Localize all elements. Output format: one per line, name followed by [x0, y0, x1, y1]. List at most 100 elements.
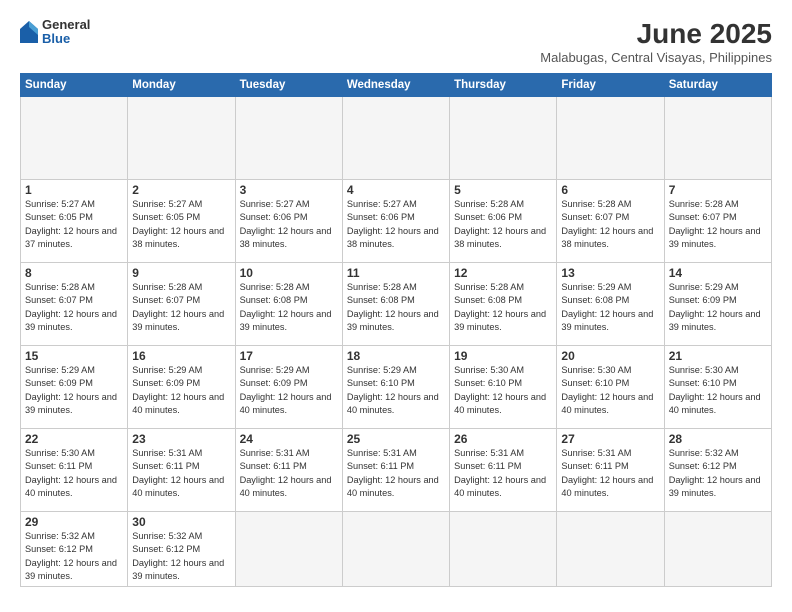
page: General Blue June 2025 Malabugas, Centra…	[0, 0, 792, 612]
calendar-cell: 4 Sunrise: 5:27 AM Sunset: 6:06 PM Dayli…	[342, 180, 449, 263]
day-info: Sunrise: 5:32 AM Sunset: 6:12 PM Dayligh…	[25, 530, 123, 583]
calendar-cell: 23 Sunrise: 5:31 AM Sunset: 6:11 PM Dayl…	[128, 429, 235, 512]
day-number: 2	[132, 183, 230, 197]
calendar-week-row: 29 Sunrise: 5:32 AM Sunset: 6:12 PM Dayl…	[21, 512, 772, 587]
day-number: 1	[25, 183, 123, 197]
calendar-cell: 30 Sunrise: 5:32 AM Sunset: 6:12 PM Dayl…	[128, 512, 235, 587]
day-info: Sunrise: 5:31 AM Sunset: 6:11 PM Dayligh…	[561, 447, 659, 500]
header-friday: Friday	[557, 74, 664, 97]
calendar-cell: 16 Sunrise: 5:29 AM Sunset: 6:09 PM Dayl…	[128, 346, 235, 429]
calendar-cell: 18 Sunrise: 5:29 AM Sunset: 6:10 PM Dayl…	[342, 346, 449, 429]
day-number: 9	[132, 266, 230, 280]
calendar-cell: 13 Sunrise: 5:29 AM Sunset: 6:08 PM Dayl…	[557, 263, 664, 346]
calendar-cell	[450, 512, 557, 587]
day-number: 15	[25, 349, 123, 363]
day-number: 23	[132, 432, 230, 446]
day-info: Sunrise: 5:30 AM Sunset: 6:10 PM Dayligh…	[454, 364, 552, 417]
calendar-cell: 2 Sunrise: 5:27 AM Sunset: 6:05 PM Dayli…	[128, 180, 235, 263]
calendar-cell: 12 Sunrise: 5:28 AM Sunset: 6:08 PM Dayl…	[450, 263, 557, 346]
calendar-cell: 3 Sunrise: 5:27 AM Sunset: 6:06 PM Dayli…	[235, 180, 342, 263]
title-block: June 2025 Malabugas, Central Visayas, Ph…	[540, 18, 772, 65]
header-tuesday: Tuesday	[235, 74, 342, 97]
calendar-cell: 19 Sunrise: 5:30 AM Sunset: 6:10 PM Dayl…	[450, 346, 557, 429]
day-info: Sunrise: 5:30 AM Sunset: 6:10 PM Dayligh…	[561, 364, 659, 417]
day-info: Sunrise: 5:31 AM Sunset: 6:11 PM Dayligh…	[454, 447, 552, 500]
calendar-cell: 8 Sunrise: 5:28 AM Sunset: 6:07 PM Dayli…	[21, 263, 128, 346]
day-info: Sunrise: 5:32 AM Sunset: 6:12 PM Dayligh…	[132, 530, 230, 583]
day-number: 12	[454, 266, 552, 280]
day-info: Sunrise: 5:28 AM Sunset: 6:07 PM Dayligh…	[669, 198, 767, 251]
header-saturday: Saturday	[664, 74, 771, 97]
calendar-cell: 9 Sunrise: 5:28 AM Sunset: 6:07 PM Dayli…	[128, 263, 235, 346]
day-info: Sunrise: 5:27 AM Sunset: 6:05 PM Dayligh…	[25, 198, 123, 251]
month-title: June 2025	[540, 18, 772, 50]
day-info: Sunrise: 5:29 AM Sunset: 6:09 PM Dayligh…	[669, 281, 767, 334]
calendar-cell	[664, 512, 771, 587]
calendar-cell	[235, 97, 342, 180]
day-number: 27	[561, 432, 659, 446]
header: General Blue June 2025 Malabugas, Centra…	[20, 18, 772, 65]
day-info: Sunrise: 5:29 AM Sunset: 6:08 PM Dayligh…	[561, 281, 659, 334]
day-info: Sunrise: 5:28 AM Sunset: 6:07 PM Dayligh…	[25, 281, 123, 334]
calendar-cell	[450, 97, 557, 180]
day-number: 26	[454, 432, 552, 446]
header-sunday: Sunday	[21, 74, 128, 97]
day-number: 17	[240, 349, 338, 363]
calendar-cell: 21 Sunrise: 5:30 AM Sunset: 6:10 PM Dayl…	[664, 346, 771, 429]
day-info: Sunrise: 5:28 AM Sunset: 6:06 PM Dayligh…	[454, 198, 552, 251]
day-info: Sunrise: 5:27 AM Sunset: 6:06 PM Dayligh…	[347, 198, 445, 251]
calendar-cell	[342, 512, 449, 587]
day-info: Sunrise: 5:29 AM Sunset: 6:10 PM Dayligh…	[347, 364, 445, 417]
day-number: 11	[347, 266, 445, 280]
calendar-week-row: 22 Sunrise: 5:30 AM Sunset: 6:11 PM Dayl…	[21, 429, 772, 512]
calendar-cell: 26 Sunrise: 5:31 AM Sunset: 6:11 PM Dayl…	[450, 429, 557, 512]
day-info: Sunrise: 5:29 AM Sunset: 6:09 PM Dayligh…	[132, 364, 230, 417]
day-info: Sunrise: 5:28 AM Sunset: 6:08 PM Dayligh…	[454, 281, 552, 334]
calendar-cell: 7 Sunrise: 5:28 AM Sunset: 6:07 PM Dayli…	[664, 180, 771, 263]
logo-general: General	[42, 18, 90, 32]
calendar-cell: 14 Sunrise: 5:29 AM Sunset: 6:09 PM Dayl…	[664, 263, 771, 346]
calendar-cell: 24 Sunrise: 5:31 AM Sunset: 6:11 PM Dayl…	[235, 429, 342, 512]
logo-text: General Blue	[42, 18, 90, 47]
logo: General Blue	[20, 18, 90, 47]
day-number: 19	[454, 349, 552, 363]
calendar-cell: 27 Sunrise: 5:31 AM Sunset: 6:11 PM Dayl…	[557, 429, 664, 512]
day-info: Sunrise: 5:28 AM Sunset: 6:07 PM Dayligh…	[132, 281, 230, 334]
calendar-cell	[557, 97, 664, 180]
calendar-week-row	[21, 97, 772, 180]
day-number: 18	[347, 349, 445, 363]
day-info: Sunrise: 5:28 AM Sunset: 6:07 PM Dayligh…	[561, 198, 659, 251]
calendar-cell: 28 Sunrise: 5:32 AM Sunset: 6:12 PM Dayl…	[664, 429, 771, 512]
calendar-cell: 6 Sunrise: 5:28 AM Sunset: 6:07 PM Dayli…	[557, 180, 664, 263]
day-number: 6	[561, 183, 659, 197]
day-info: Sunrise: 5:28 AM Sunset: 6:08 PM Dayligh…	[347, 281, 445, 334]
day-number: 3	[240, 183, 338, 197]
day-number: 29	[25, 515, 123, 529]
calendar-cell: 11 Sunrise: 5:28 AM Sunset: 6:08 PM Dayl…	[342, 263, 449, 346]
calendar-cell	[235, 512, 342, 587]
day-number: 25	[347, 432, 445, 446]
day-info: Sunrise: 5:31 AM Sunset: 6:11 PM Dayligh…	[347, 447, 445, 500]
day-number: 7	[669, 183, 767, 197]
calendar-cell	[21, 97, 128, 180]
calendar-cell: 5 Sunrise: 5:28 AM Sunset: 6:06 PM Dayli…	[450, 180, 557, 263]
day-number: 20	[561, 349, 659, 363]
day-number: 22	[25, 432, 123, 446]
day-number: 13	[561, 266, 659, 280]
day-number: 24	[240, 432, 338, 446]
calendar-cell: 25 Sunrise: 5:31 AM Sunset: 6:11 PM Dayl…	[342, 429, 449, 512]
calendar-cell	[664, 97, 771, 180]
day-number: 16	[132, 349, 230, 363]
day-number: 28	[669, 432, 767, 446]
calendar-cell: 20 Sunrise: 5:30 AM Sunset: 6:10 PM Dayl…	[557, 346, 664, 429]
day-info: Sunrise: 5:31 AM Sunset: 6:11 PM Dayligh…	[132, 447, 230, 500]
header-wednesday: Wednesday	[342, 74, 449, 97]
calendar-cell	[128, 97, 235, 180]
calendar-cell: 10 Sunrise: 5:28 AM Sunset: 6:08 PM Dayl…	[235, 263, 342, 346]
day-number: 10	[240, 266, 338, 280]
calendar-cell: 22 Sunrise: 5:30 AM Sunset: 6:11 PM Dayl…	[21, 429, 128, 512]
day-info: Sunrise: 5:29 AM Sunset: 6:09 PM Dayligh…	[25, 364, 123, 417]
calendar-week-row: 8 Sunrise: 5:28 AM Sunset: 6:07 PM Dayli…	[21, 263, 772, 346]
header-monday: Monday	[128, 74, 235, 97]
calendar-cell: 15 Sunrise: 5:29 AM Sunset: 6:09 PM Dayl…	[21, 346, 128, 429]
